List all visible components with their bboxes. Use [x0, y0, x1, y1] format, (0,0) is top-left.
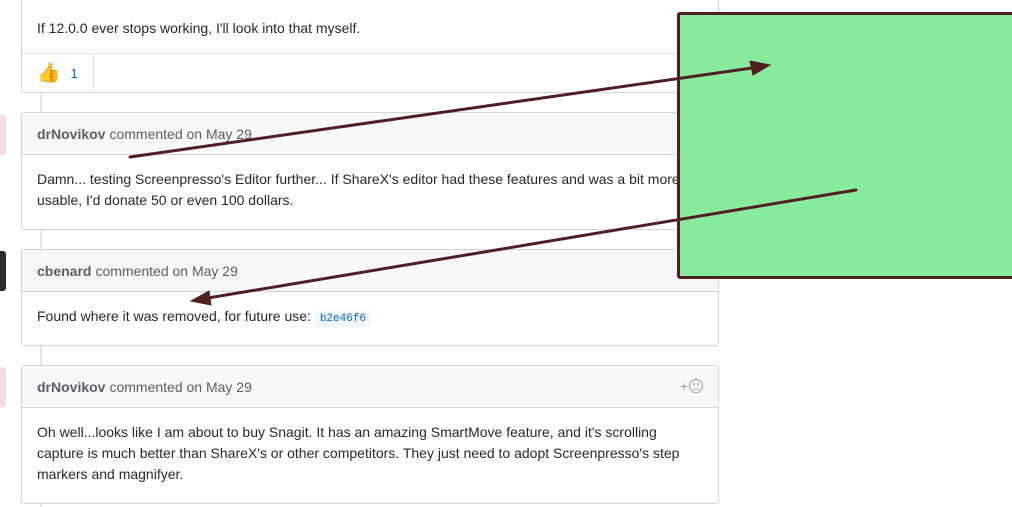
- annotation-arrow: [206, 188, 858, 300]
- annotation-arrows: [128, 60, 858, 306]
- arrowhead-icon: [189, 290, 212, 306]
- arrowhead-icon: [749, 60, 772, 76]
- annotation-arrow: [128, 66, 754, 159]
